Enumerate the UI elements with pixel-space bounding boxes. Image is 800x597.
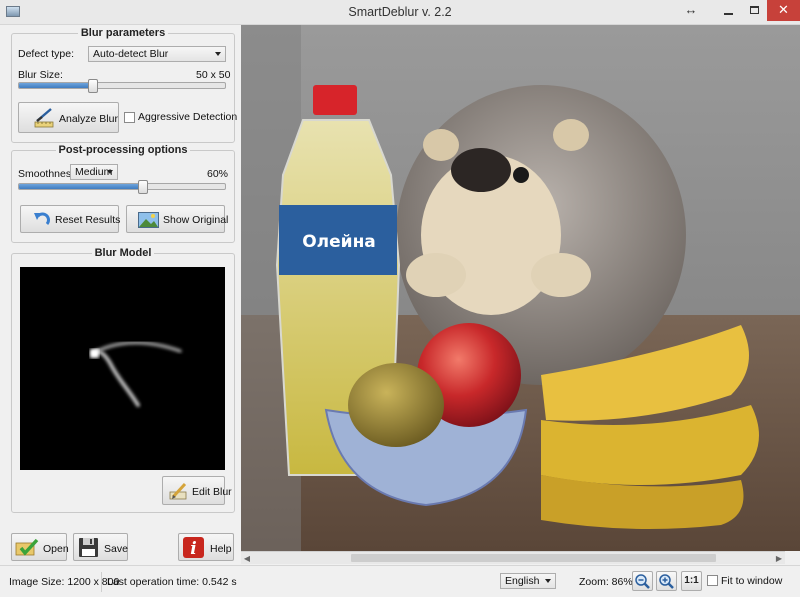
smoothness-select[interactable]: Medium (70, 164, 118, 180)
zoom-text: Zoom: 86% (579, 576, 633, 588)
bottle-label-text: Олейна (302, 232, 376, 252)
analyze-blur-button[interactable]: Analyze Blur (18, 102, 119, 133)
language-value: English (505, 575, 540, 587)
edit-blur-button[interactable]: Edit Blur (162, 476, 232, 505)
pencil-paper-icon (169, 482, 187, 500)
zoom-out-icon (635, 574, 650, 589)
open-checkmark-icon (15, 538, 39, 556)
info-icon: i (183, 537, 204, 559)
blur-size-value: 50 x 50 (196, 69, 231, 81)
fit-to-window-label: Fit to window (721, 575, 783, 587)
analyze-blur-label: Analyze Blur (59, 113, 118, 125)
smoothness-slider[interactable] (18, 183, 226, 190)
blur-kernel-preview (20, 267, 225, 470)
help-label: Help (210, 543, 232, 555)
fit-to-window-checkbox[interactable] (707, 575, 718, 586)
show-original-label: Show Original (163, 214, 229, 226)
floppy-disk-icon (79, 538, 98, 557)
blur-size-slider[interactable] (18, 82, 226, 89)
status-separator (101, 572, 102, 592)
image-preview[interactable]: Олейна (241, 25, 800, 551)
open-button[interactable]: Open (11, 533, 69, 561)
help-button[interactable]: i Help (178, 533, 234, 561)
smoothness-slider-thumb[interactable] (137, 180, 148, 194)
show-original-button[interactable]: Show Original (126, 205, 229, 233)
actual-size-label: 1:1 (684, 575, 699, 586)
horizontal-scroll-thumb[interactable] (351, 554, 716, 562)
post-processing-title: Post-processing options (55, 144, 191, 156)
reset-results-button[interactable]: Reset Results (20, 205, 121, 233)
chevron-down-icon (107, 170, 113, 174)
scroll-right-arrow-icon[interactable]: ▶ (773, 553, 785, 564)
blur-kernel-shape (90, 341, 182, 407)
smoothness-slider-fill (19, 184, 143, 189)
defect-type-select[interactable]: Auto-detect Blur (88, 46, 226, 62)
undo-arrow-icon (34, 212, 50, 225)
deblurred-photo: Олейна (241, 25, 800, 551)
zoom-in-icon (659, 574, 674, 589)
zoom-out-button[interactable] (632, 571, 653, 591)
edit-blur-label: Edit Blur (192, 486, 232, 498)
landscape-picture-icon (138, 212, 159, 228)
aggressive-detection-label: Aggressive Detection (138, 111, 238, 123)
actual-size-button[interactable]: 1:1 (681, 571, 702, 591)
blur-size-label: Blur Size: (18, 69, 63, 81)
resize-arrows-icon[interactable]: ↔ (680, 0, 702, 21)
horizontal-scrollbar[interactable]: ◀ ▶ (241, 551, 785, 564)
chevron-down-icon (545, 579, 551, 583)
minimize-button[interactable] (715, 0, 741, 21)
blur-model-title: Blur Model (91, 247, 155, 259)
aggressive-detection-checkbox[interactable] (124, 112, 135, 123)
blur-parameters-title: Blur parameters (77, 27, 169, 39)
scroll-left-arrow-icon[interactable]: ◀ (241, 553, 253, 564)
last-operation-text: Last operation time: 0.542 s (107, 576, 237, 588)
defect-type-value: Auto-detect Blur (93, 48, 169, 60)
defect-type-label: Defect type: (18, 48, 75, 60)
title-bar: SmartDeblur v. 2.2 ↔ ✕ (0, 0, 800, 25)
smoothness-percent: 60% (207, 168, 229, 180)
svg-text:i: i (190, 539, 196, 559)
open-label: Open (43, 543, 69, 555)
reset-results-label: Reset Results (55, 214, 121, 226)
save-label: Save (104, 543, 128, 555)
status-bar: Image Size: 1200 x 800 Last operation ti… (0, 565, 800, 597)
image-size-text: Image Size: 1200 x 800 (9, 576, 120, 588)
maximize-button[interactable] (741, 0, 767, 21)
wand-ruler-icon (34, 108, 54, 128)
chevron-down-icon (215, 52, 221, 56)
close-button[interactable]: ✕ (767, 0, 800, 21)
blur-size-slider-fill (19, 83, 94, 88)
blur-size-slider-thumb[interactable] (87, 79, 98, 93)
zoom-in-button[interactable] (656, 571, 677, 591)
language-select[interactable]: English (500, 573, 556, 589)
save-button[interactable]: Save (73, 533, 128, 561)
